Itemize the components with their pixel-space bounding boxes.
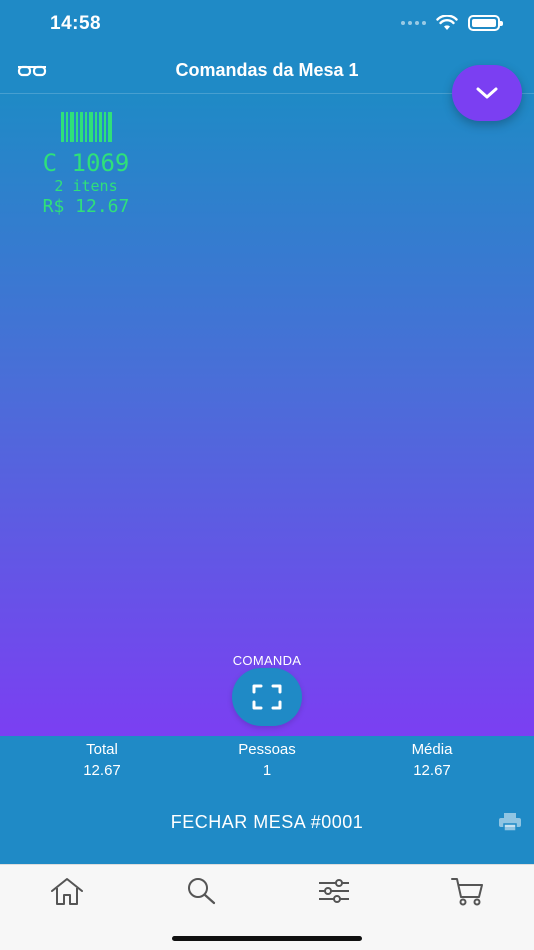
expand-button[interactable] — [452, 65, 522, 121]
tab-filters[interactable] — [314, 875, 354, 907]
home-indicator — [172, 936, 362, 941]
close-table-button[interactable]: FECHAR MESA #0001 — [0, 812, 534, 833]
status-time: 14:58 — [50, 13, 102, 34]
stat-total: Total 12.67 — [27, 740, 177, 782]
scan-label: COMANDA — [232, 653, 302, 668]
search-icon — [188, 878, 216, 905]
table-summary: Total 12.67 Pessoas 1 Média 12.67 FECHAR… — [0, 736, 534, 864]
signal-icon — [401, 21, 426, 25]
tab-search[interactable] — [181, 875, 221, 907]
tab-home[interactable] — [47, 875, 87, 907]
stat-average: Média 12.67 — [357, 740, 507, 782]
stat-total-value: 12.67 — [83, 762, 121, 779]
scan-comanda-button[interactable] — [232, 668, 302, 726]
battery-icon — [468, 15, 503, 31]
print-button[interactable] — [498, 812, 522, 832]
stat-people: Pessoas 1 — [192, 740, 342, 782]
home-icon — [51, 878, 83, 905]
stat-average-label: Média — [411, 741, 453, 758]
comanda-code: C 1069 — [42, 149, 130, 177]
sliders-icon — [319, 879, 349, 903]
status-indicators — [401, 15, 503, 31]
scan-frame-icon — [252, 684, 282, 710]
cart-icon — [451, 878, 483, 906]
wifi-icon — [436, 15, 458, 30]
stat-total-label: Total — [86, 741, 118, 758]
status-bar: 14:58 — [0, 0, 534, 48]
stat-average-value: 12.67 — [413, 762, 451, 779]
comanda-items: 2 itens — [54, 177, 118, 195]
comanda-total: R$ 12.67 — [42, 196, 130, 217]
printer-icon — [499, 813, 521, 832]
chevron-down-icon — [476, 87, 498, 99]
stat-people-label: Pessoas — [238, 741, 296, 758]
barcode-icon — [30, 112, 142, 142]
comanda-card[interactable]: C 1069 2 itens R$ 12.67 — [30, 112, 142, 218]
page-title: Comandas da Mesa 1 — [175, 60, 359, 80]
tab-cart[interactable] — [448, 875, 488, 907]
stat-people-value: 1 — [262, 762, 272, 779]
